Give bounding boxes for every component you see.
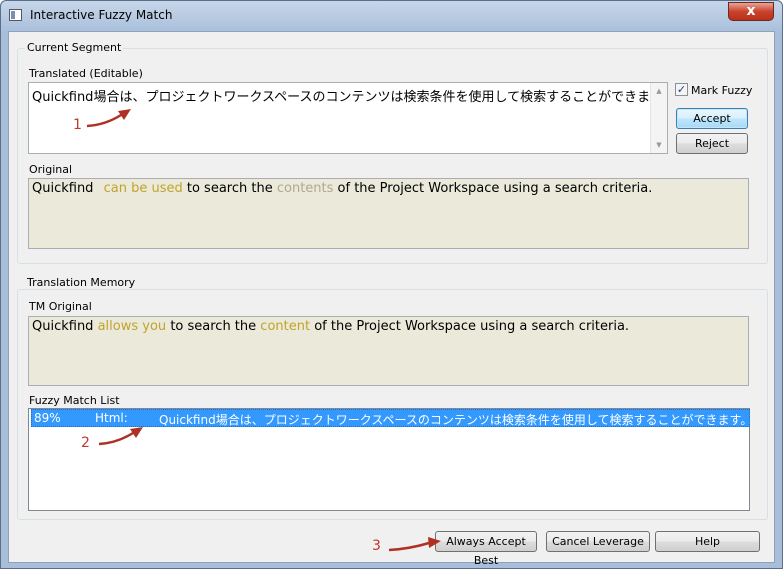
window-title: Interactive Fuzzy Match (30, 8, 173, 22)
app-icon (9, 9, 22, 21)
current-segment-legend: Current Segment (25, 41, 124, 54)
fuzzy-list-label: Fuzzy Match List (29, 394, 120, 407)
annotation-arrow-1-icon (86, 109, 131, 128)
fuzzy-percent: 89% (34, 411, 61, 425)
dialog-window: Interactive Fuzzy Match x Current Segmen… (0, 0, 783, 569)
fuzzy-text: Quickfind場合は、プロジェクトワークスペースのコンテンツは検索条件を使用… (159, 413, 750, 427)
original-label: Original (29, 163, 73, 176)
tm-part-5: of the Project Workspace using a search … (314, 319, 630, 334)
tm-part-3: to search the (170, 319, 257, 334)
original-diff-2: contents (276, 181, 334, 196)
annotation-number-3: 3 (372, 538, 381, 554)
original-textbox: Quickfind can be used to search the cont… (28, 178, 749, 249)
scroll-up-icon[interactable]: ▲ (651, 83, 667, 99)
cancel-leverage-button[interactable]: Cancel Leverage (546, 531, 650, 552)
annotation-arrow-3-icon (388, 537, 441, 552)
scroll-down-icon[interactable]: ▼ (651, 137, 667, 153)
tm-original-textbox: Quickfind allows you to search the conte… (28, 316, 749, 386)
original-diff-1: can be used (103, 181, 183, 196)
close-button[interactable]: x (728, 2, 774, 21)
reject-button[interactable]: Reject (676, 133, 748, 154)
tm-part-1: Quickfind (32, 319, 94, 334)
translation-memory-legend: Translation Memory (25, 276, 138, 289)
original-part-1: Quickfind (32, 181, 94, 196)
tm-diff-2: content (260, 319, 311, 334)
translated-scrollbar[interactable]: ▲ ▼ (650, 83, 667, 153)
annotation-number-1: 1 (73, 117, 82, 133)
title-bar[interactable]: Interactive Fuzzy Match x (1, 1, 782, 31)
mark-fuzzy-label: Mark Fuzzy (691, 84, 753, 97)
tm-original-label: TM Original (29, 300, 92, 313)
tm-diff-1: allows you (97, 319, 167, 334)
annotation-arrow-2-icon (98, 427, 143, 446)
always-accept-best-button[interactable]: Always Accept Best (435, 531, 537, 567)
translated-label: Translated (Editable) (29, 67, 143, 80)
original-part-3: to search the (186, 181, 273, 196)
mark-fuzzy-checkbox[interactable]: ✓ (675, 83, 688, 96)
translated-text: Quickfind場合は、プロジェクトワークスペースのコンテンツは検索条件を使用… (32, 90, 668, 105)
help-button[interactable]: Help (655, 531, 760, 552)
original-part-5: of the Project Workspace using a search … (337, 181, 653, 196)
annotation-number-2: 2 (81, 435, 90, 451)
accept-button[interactable]: Accept (676, 108, 748, 129)
